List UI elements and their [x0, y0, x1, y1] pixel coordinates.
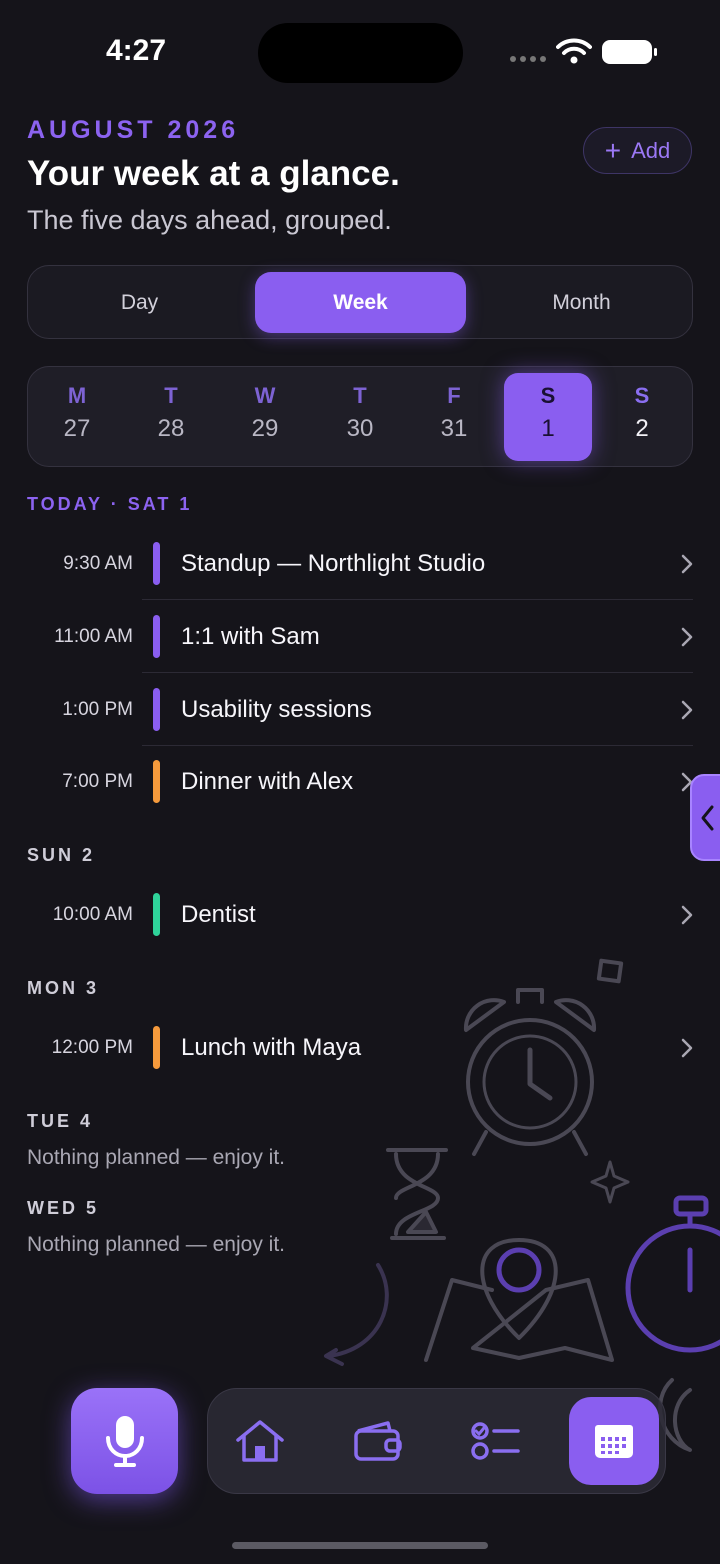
- add-button-label: Add: [631, 137, 671, 163]
- event-title: Lunch with Maya: [181, 1034, 362, 1061]
- day-chip[interactable]: T 30: [316, 367, 404, 468]
- event-color-bar: [153, 688, 160, 731]
- chevron-right-icon: [681, 1038, 693, 1058]
- day-letter: M: [67, 383, 87, 408]
- chevron-right-icon: [681, 627, 693, 647]
- microphone-icon: [105, 1416, 144, 1467]
- empty-day-note: Nothing planned — enjoy it.: [27, 1146, 285, 1169]
- tab-day[interactable]: Day: [34, 272, 245, 333]
- dynamic-island: [258, 23, 463, 83]
- event-time: 1:00 PM: [62, 699, 133, 720]
- event-time: 12:00 PM: [51, 1037, 133, 1058]
- event-time: 11:00 AM: [54, 626, 133, 647]
- day-number: 31: [440, 415, 468, 442]
- status-time: 4:27: [106, 34, 167, 67]
- chevron-right-icon: [681, 905, 693, 925]
- event-color-bar: [153, 1026, 160, 1069]
- event-row[interactable]: 12:00 PM Lunch with Maya: [0, 1012, 720, 1084]
- event-row[interactable]: 7:00 PM Dinner with Alex: [0, 746, 720, 818]
- home-icon: [236, 1419, 284, 1462]
- month-label: AUGUST 2026: [27, 116, 240, 144]
- add-event-button[interactable]: + Add: [583, 127, 692, 174]
- day-number: 2: [635, 415, 649, 442]
- chevron-right-icon: [681, 700, 693, 720]
- day-letter: W: [254, 383, 276, 408]
- page-subtitle: The five days ahead, grouped.: [27, 205, 392, 235]
- event-color-bar: [153, 893, 160, 936]
- day-letter: T: [164, 383, 178, 408]
- event-title: Dentist: [181, 901, 256, 928]
- chevron-right-icon: [681, 554, 693, 574]
- tab-week[interactable]: Week: [255, 272, 466, 333]
- section-label-sun: SUN 2: [27, 845, 96, 865]
- event-row[interactable]: 11:00 AM 1:1 with Sam: [0, 601, 720, 673]
- plus-icon: +: [604, 134, 622, 166]
- voice-input-button[interactable]: [71, 1388, 178, 1494]
- wallet-icon: [354, 1420, 402, 1461]
- event-time: 9:30 AM: [63, 553, 133, 574]
- battery-icon: [602, 40, 657, 64]
- day-letter: S: [634, 383, 650, 408]
- day-chip[interactable]: F 31: [410, 367, 498, 468]
- day-letter: F: [447, 383, 461, 408]
- day-number: 27: [63, 415, 91, 442]
- day-chip-selected[interactable]: S1: [504, 367, 592, 468]
- calendar-icon: [595, 1425, 633, 1458]
- day-chip[interactable]: M 27: [33, 367, 121, 468]
- page-title: Your week at a glance.: [27, 154, 400, 193]
- day-number: 29: [251, 415, 279, 442]
- section-label-tue: TUE 4: [27, 1111, 94, 1131]
- wifi-icon: [556, 38, 592, 69]
- section-label-mon: MON 3: [27, 978, 100, 998]
- day-letter: S: [540, 383, 556, 408]
- event-time: 7:00 PM: [62, 771, 133, 792]
- row-divider: [142, 672, 693, 673]
- chevron-left-icon: [701, 805, 714, 831]
- tab-home[interactable]: [215, 1389, 305, 1492]
- event-row[interactable]: 1:00 PM Usability sessions: [0, 674, 720, 746]
- event-time: 10:00 AM: [52, 904, 133, 925]
- day-number: 28: [157, 415, 185, 442]
- side-panel-handle[interactable]: [690, 774, 720, 861]
- event-title: Dinner with Alex: [181, 768, 354, 795]
- day-chip[interactable]: T 28: [127, 367, 215, 468]
- tab-tasks[interactable]: [451, 1389, 541, 1492]
- home-indicator: [232, 1542, 488, 1549]
- tab-wallet[interactable]: [333, 1389, 423, 1492]
- event-title: Standup — Northlight Studio: [181, 550, 486, 577]
- tab-month[interactable]: Month: [476, 272, 687, 333]
- day-chip[interactable]: W 29: [221, 367, 309, 468]
- checklist-icon: [471, 1421, 520, 1460]
- view-switcher: Day Week Month: [27, 265, 693, 339]
- section-label-wed: WED 5: [27, 1198, 100, 1218]
- empty-day-note: Nothing planned — enjoy it.: [27, 1233, 285, 1256]
- day-chip[interactable]: S2: [598, 367, 686, 468]
- week-day-strip: M 27 T 28 W 29 T 30 F 31 S1 S2: [27, 366, 693, 467]
- tab-calendar[interactable]: [569, 1397, 659, 1485]
- tab-bar: [207, 1388, 666, 1494]
- event-color-bar: [153, 760, 160, 803]
- event-title: 1:1 with Sam: [181, 623, 320, 650]
- event-title: Usability sessions: [181, 696, 372, 723]
- day-number: 30: [346, 415, 374, 442]
- event-color-bar: [153, 615, 160, 658]
- cellular-signal-icon: [510, 56, 546, 62]
- row-divider: [142, 599, 693, 600]
- section-label-today: TODAY · SAT 1: [27, 494, 193, 514]
- event-row[interactable]: 9:30 AM Standup — Northlight Studio: [0, 528, 720, 600]
- day-number: 1: [541, 415, 555, 442]
- event-row[interactable]: 10:00 AM Dentist: [0, 879, 720, 951]
- event-color-bar: [153, 542, 160, 585]
- day-letter: T: [353, 383, 367, 408]
